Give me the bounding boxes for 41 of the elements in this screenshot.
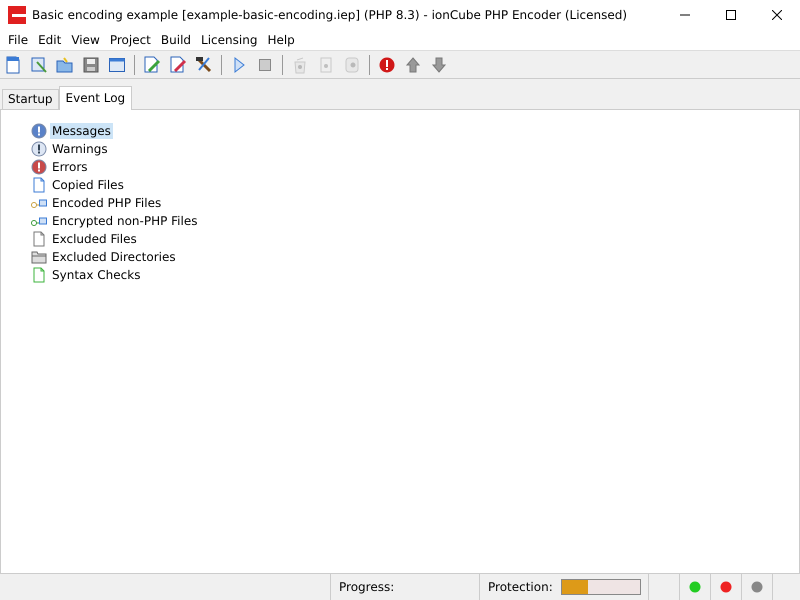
tree-item[interactable]: Encrypted non-PHP Files: [50, 213, 200, 229]
tools-icon[interactable]: [195, 56, 213, 74]
menu-item[interactable]: Licensing: [196, 33, 262, 47]
edit-document-icon[interactable]: [169, 56, 187, 74]
warning-icon: [30, 141, 48, 157]
progress-label: Progress:: [331, 574, 480, 600]
app-logo-icon: [8, 6, 26, 24]
save-icon[interactable]: [82, 56, 100, 74]
edit-document-icon[interactable]: [143, 56, 161, 74]
tree-item[interactable]: Errors: [50, 159, 90, 175]
tree-item[interactable]: Messages: [50, 123, 113, 139]
tab[interactable]: Startup: [2, 89, 59, 109]
tree-item[interactable]: Excluded Files: [50, 231, 139, 247]
info-icon: [30, 123, 48, 139]
close-icon[interactable]: [772, 10, 782, 20]
tree-item[interactable]: Syntax Checks: [50, 267, 142, 283]
menu-item[interactable]: Build: [156, 33, 196, 47]
error-icon[interactable]: [378, 56, 396, 74]
menu-item[interactable]: File: [3, 33, 34, 47]
down-arrow-icon[interactable]: [430, 56, 448, 74]
menu-item[interactable]: View: [66, 33, 105, 47]
new-document-icon[interactable]: [4, 56, 22, 74]
up-arrow-icon[interactable]: [404, 56, 422, 74]
menu-item[interactable]: Help: [262, 33, 300, 47]
protection-label: Protection:: [488, 580, 553, 594]
status-light-icon: [720, 581, 732, 593]
open-folder-icon[interactable]: [56, 56, 74, 74]
maximize-icon[interactable]: [726, 10, 736, 20]
tab[interactable]: Event Log: [58, 86, 132, 110]
menu-item[interactable]: Edit: [33, 33, 66, 47]
tree-item[interactable]: Excluded Directories: [50, 249, 178, 265]
tree-item[interactable]: Encoded PHP Files: [50, 195, 164, 211]
error-icon: [30, 159, 48, 175]
tree-item[interactable]: Warnings: [50, 141, 110, 157]
folder-icon: [30, 249, 48, 265]
window-icon[interactable]: [108, 56, 126, 74]
menu-item[interactable]: Project: [104, 33, 156, 47]
status-light-icon: [751, 581, 763, 593]
status-light-icon: [689, 581, 701, 593]
window-title: Basic encoding example [example-basic-encoding.iep] (PHP 8.3) - ionCube PHP Encoder (Licensed): [32, 8, 628, 22]
tree-item[interactable]: Copied Files: [50, 177, 126, 193]
